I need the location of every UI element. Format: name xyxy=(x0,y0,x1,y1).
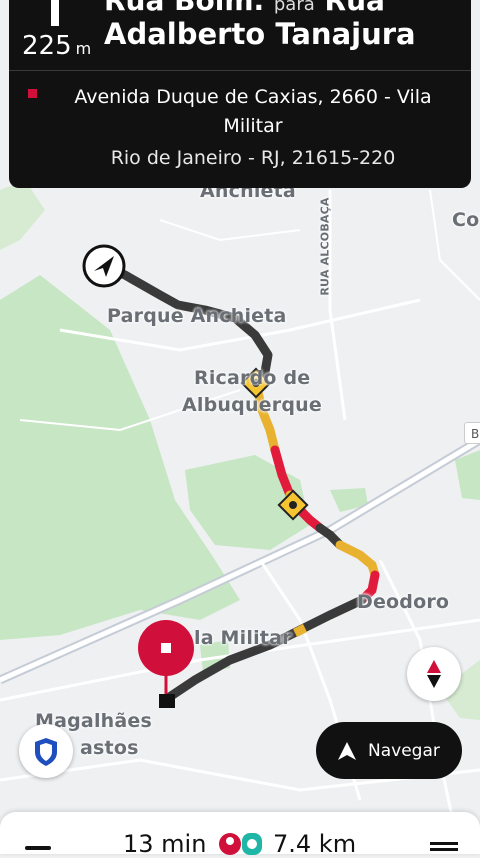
trip-summary-bar[interactable]: 13 min 7.4 km xyxy=(0,812,480,858)
divider xyxy=(9,70,471,71)
map-label-ricardo: Ricardo de xyxy=(194,367,311,389)
current-location-icon xyxy=(82,244,126,288)
map-label-co: Co xyxy=(452,209,480,231)
turn-distance: 225 m xyxy=(22,31,92,61)
menu-icon[interactable] xyxy=(430,842,458,845)
next-street-from: Rua Bolm. para Rua xyxy=(104,0,385,17)
turn-arrow-icon xyxy=(51,0,59,26)
destination-address: Avenida Duque de Caxias, 2660 - Vila Mil… xyxy=(74,86,432,137)
map-label-deodoro: Deodoro xyxy=(357,591,450,613)
map-label-bastos: astos xyxy=(80,737,139,759)
map-label-parque-anchieta: Parque Anchieta xyxy=(107,305,287,327)
navigation-arrow-icon xyxy=(338,741,356,760)
menu-icon-line xyxy=(430,848,458,851)
map-label-b: B xyxy=(464,422,480,444)
safety-button[interactable] xyxy=(19,724,73,778)
destination-city: Rio de Janeiro - RJ, 21615-220 xyxy=(110,147,396,169)
compass-button[interactable] xyxy=(407,647,461,701)
navigate-button[interactable]: Navegar xyxy=(316,722,462,779)
shield-icon xyxy=(35,738,57,766)
map-label-rua-alcobaca: RUA ALCOBAÇA xyxy=(318,197,332,296)
map-label-vila-militar: la Militar xyxy=(194,627,292,649)
navigation-banner: 225 m Rua Bolm. para Rua Adalberto Tanaju… xyxy=(9,0,471,188)
map-label-albuquerque: Albuquerque xyxy=(182,394,322,416)
next-street: Adalberto Tanajura xyxy=(104,17,416,51)
navigate-label: Navegar xyxy=(368,740,440,761)
destination-marker-icon xyxy=(28,89,37,98)
close-handle-icon[interactable] xyxy=(25,846,51,850)
passenger-icons xyxy=(219,833,262,855)
compass-icon xyxy=(427,660,441,688)
